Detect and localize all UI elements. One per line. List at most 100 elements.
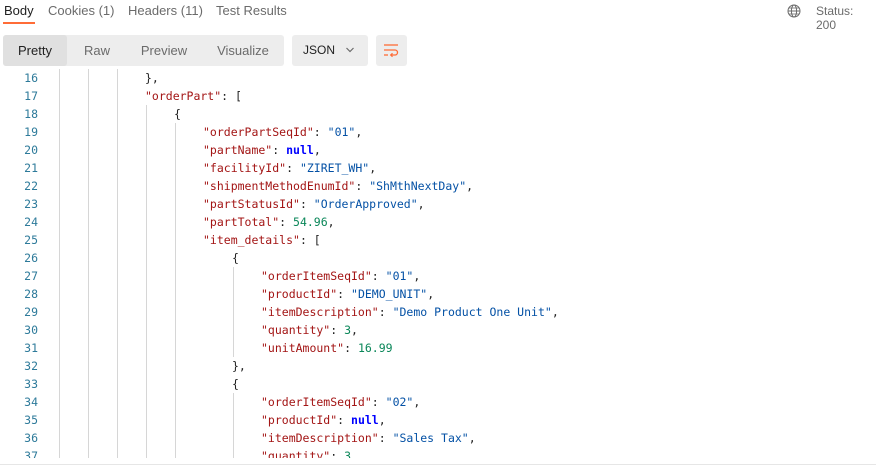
- indent-guide: [233, 393, 234, 458]
- code-line: 31 "unitAmount": 16.99: [0, 339, 876, 357]
- code-line: 36 "itemDescription": "Sales Tax",: [0, 429, 876, 447]
- view-visualize-button[interactable]: Visualize: [207, 35, 279, 66]
- line-number: 19: [24, 125, 38, 139]
- tab-body[interactable]: Body: [4, 3, 34, 18]
- wrap-lines-button[interactable]: [376, 35, 407, 66]
- line-number: 25: [24, 233, 38, 247]
- code-token: ,: [417, 197, 425, 211]
- line-number: 26: [24, 251, 38, 265]
- code-text: "quantity": 3,: [261, 447, 358, 458]
- code-token: "01": [327, 125, 356, 139]
- code-token: "productId": [261, 287, 338, 301]
- code-text: "shipmentMethodEnumId": "ShMthNextDay",: [203, 177, 473, 195]
- code-token: {: [232, 251, 239, 265]
- code-token: "01": [385, 269, 414, 283]
- line-number: 24: [24, 215, 38, 229]
- code-token: {: [232, 377, 239, 391]
- code-line: 17 "orderPart": [: [0, 87, 876, 105]
- tab-headers[interactable]: Headers (11): [128, 3, 203, 18]
- code-line: 35 "productId": null,: [0, 411, 876, 429]
- line-number: 33: [24, 377, 38, 391]
- line-number: 31: [24, 341, 38, 355]
- code-text: {: [232, 249, 239, 267]
- code-line: 23 "partStatusId": "OrderApproved",: [0, 195, 876, 213]
- code-token: ,: [351, 323, 358, 337]
- code-token: ,: [413, 395, 421, 409]
- response-body-code[interactable]: 16}, 17 "orderPart": [18{19 "orderPartSeqId…: [0, 68, 876, 458]
- divider: [0, 464, 876, 465]
- code-token: "orderItemSeqId": [261, 395, 372, 409]
- code-line: 37 "quantity": 3,: [0, 447, 876, 458]
- code-token: ,: [327, 215, 335, 229]
- line-number: 17: [24, 89, 38, 103]
- code-text: "productId": "DEMO_UNIT",: [261, 285, 434, 303]
- tab-test-results[interactable]: Test Results: [216, 3, 287, 18]
- code-token: },: [145, 71, 159, 85]
- code-token: ,: [378, 413, 386, 427]
- line-number: 20: [24, 143, 38, 157]
- code-token: :: [279, 215, 294, 229]
- code-token: :: [330, 449, 345, 458]
- code-line: 27 "orderItemSeqId": "01",: [0, 267, 876, 285]
- code-token: "Sales Tax": [392, 431, 469, 445]
- code-text: "itemDescription": "Demo Product One Uni…: [261, 303, 559, 321]
- indent-guide: [233, 267, 234, 357]
- code-token: "02": [385, 395, 414, 409]
- code-token: :: [337, 413, 352, 427]
- code-line: 25 "item_details": [: [0, 231, 876, 249]
- code-text: },: [232, 357, 246, 375]
- code-token: "OrderApproved": [313, 197, 418, 211]
- tab-cookies[interactable]: Cookies (1): [48, 3, 114, 18]
- code-text: "itemDescription": "Sales Tax",: [261, 429, 476, 447]
- code-text: "orderItemSeqId": "01",: [261, 267, 420, 285]
- code-token: "quantity": [261, 323, 331, 337]
- code-token: "orderPart": [145, 89, 222, 103]
- code-text: {: [174, 105, 181, 123]
- code-text: "item_details": [: [203, 231, 321, 249]
- code-line: 24 "partTotal": 54.96,: [0, 213, 876, 231]
- code-token: 3: [344, 449, 352, 458]
- format-select[interactable]: JSON: [292, 35, 368, 66]
- status-text: Status: 200: [816, 4, 854, 32]
- code-token: {: [174, 107, 181, 121]
- code-token: :: [272, 143, 287, 157]
- code-line: 20 "partName": null,: [0, 141, 876, 159]
- code-token: "partTotal": [203, 215, 280, 229]
- code-token: :: [371, 395, 386, 409]
- line-number: 23: [24, 197, 38, 211]
- code-token: "itemDescription": [261, 305, 379, 319]
- code-token: "itemDescription": [261, 431, 379, 445]
- code-line: 22 "shipmentMethodEnumId": "ShMthNextDay"…: [0, 177, 876, 195]
- code-line: 34 "orderItemSeqId": "02",: [0, 393, 876, 411]
- code-token: ,: [355, 125, 363, 139]
- code-line: 28 "productId": "DEMO_UNIT",: [0, 285, 876, 303]
- globe-icon[interactable]: [787, 4, 801, 18]
- code-token: "orderItemSeqId": [261, 269, 372, 283]
- code-line: 30 "quantity": 3,: [0, 321, 876, 339]
- code-token: :: [378, 431, 393, 445]
- code-text: "partStatusId": "OrderApproved",: [203, 195, 425, 213]
- code-text: "orderItemSeqId": "02",: [261, 393, 420, 411]
- view-raw-button[interactable]: Raw: [73, 35, 121, 66]
- line-number: 30: [24, 323, 38, 337]
- view-preview-button[interactable]: Preview: [129, 35, 199, 66]
- code-line: 29 "itemDescription": "Demo Product One U…: [0, 303, 876, 321]
- code-text: "partName": null,: [203, 141, 321, 159]
- code-line: 33 {: [0, 375, 876, 393]
- line-number: 22: [24, 179, 38, 193]
- view-pretty-button[interactable]: Pretty: [3, 35, 67, 66]
- indent-guide: [175, 123, 176, 458]
- code-token: :: [355, 179, 370, 193]
- code-token: :: [371, 269, 386, 283]
- code-token: "partName": [203, 143, 273, 157]
- view-mode-switcher: Pretty Raw Preview Visualize: [3, 35, 284, 66]
- line-number: 21: [24, 161, 38, 175]
- line-number: 28: [24, 287, 38, 301]
- code-token: ,: [427, 287, 435, 301]
- line-number: 36: [24, 431, 38, 445]
- code-text: {: [232, 375, 239, 393]
- code-token: :: [299, 197, 314, 211]
- code-token: "shipmentMethodEnumId": [203, 179, 356, 193]
- code-token: "partStatusId": [203, 197, 300, 211]
- line-number: 16: [24, 71, 38, 85]
